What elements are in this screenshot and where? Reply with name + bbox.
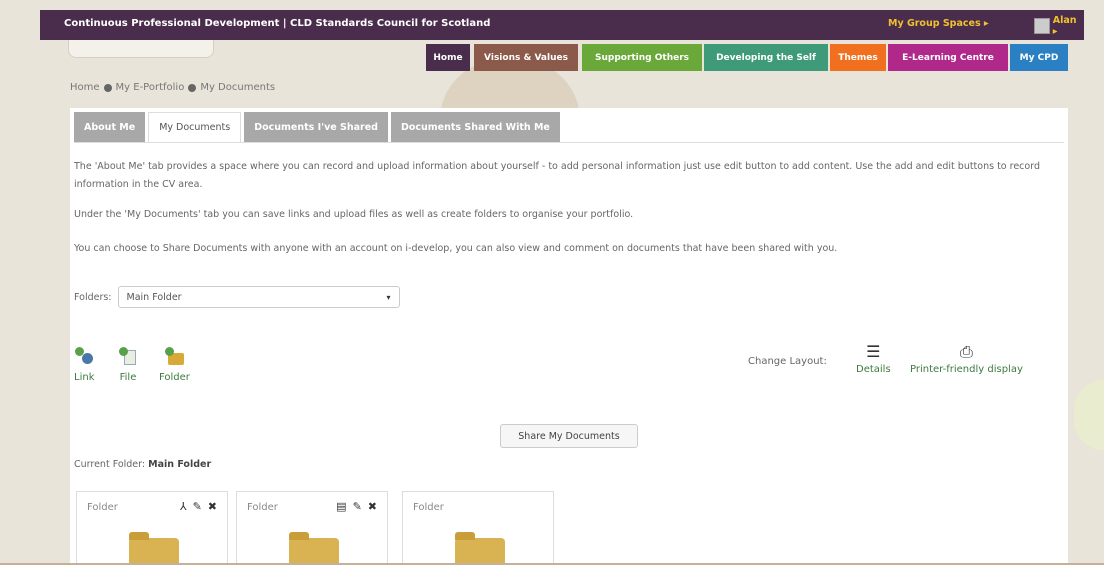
folder-card-tools: ▤ ✎ ✖: [336, 500, 377, 513]
folders-row: Folders: Main Folder ▾: [74, 286, 400, 308]
folders-label: Folders:: [74, 291, 112, 303]
dropdown-arrow-icon: ▾: [386, 292, 391, 302]
add-file-label: File: [119, 372, 137, 383]
folder-icon: [455, 532, 505, 565]
delete-icon[interactable]: ✖: [208, 500, 217, 513]
tab-about-me[interactable]: About Me: [74, 112, 146, 142]
folder-card[interactable]: Folder: [402, 491, 554, 565]
folder-icon: [289, 532, 339, 565]
breadcrumb-portfolio[interactable]: My E-Portfolio: [116, 82, 185, 93]
tab-documents-shared[interactable]: Documents I've Shared: [244, 112, 388, 142]
nav-my-cpd[interactable]: My CPD: [1010, 44, 1068, 71]
list-icon: ☰: [866, 342, 881, 361]
tab-my-documents[interactable]: My Documents: [148, 112, 242, 142]
logo-area: [68, 40, 214, 58]
nav-visions-values[interactable]: Visions & Values: [474, 44, 578, 71]
nav-supporting-others[interactable]: Supporting Others: [582, 44, 702, 71]
main-panel: About Me My Documents Documents I've Sha…: [70, 108, 1068, 565]
document-icon[interactable]: ▤: [336, 500, 346, 513]
tab-divider: [74, 142, 1064, 143]
nav-elearning-centre[interactable]: E-Learning Centre: [888, 44, 1008, 71]
printer-icon: ⎙: [960, 342, 973, 361]
background-swoosh-right: [1074, 380, 1104, 450]
folder-card[interactable]: Folder ⅄ ✎ ✖: [76, 491, 228, 565]
link-icon: [74, 346, 94, 366]
share-my-documents-button[interactable]: Share My Documents: [500, 424, 638, 448]
breadcrumb-home[interactable]: Home: [70, 82, 100, 93]
breadcrumb-documents: My Documents: [200, 82, 276, 93]
add-file-button[interactable]: File: [118, 346, 138, 383]
tab-bar: About Me My Documents Documents I've Sha…: [74, 112, 560, 142]
layout-details-label: Details: [856, 364, 891, 375]
folder-card-label: Folder: [87, 502, 118, 513]
current-folder: Current Folder: Main Folder: [74, 459, 211, 470]
breadcrumb-separator-icon: [103, 83, 112, 92]
folders-select[interactable]: Main Folder ▾: [117, 286, 400, 308]
add-folder-button[interactable]: Folder: [159, 346, 190, 383]
nav-themes[interactable]: Themes: [830, 44, 886, 71]
add-folder-label: Folder: [159, 372, 190, 383]
nav-developing-self[interactable]: Developing the Self: [704, 44, 828, 71]
folders-selected-value: Main Folder: [126, 291, 182, 303]
printer-friendly-label: Printer-friendly display: [910, 364, 1023, 375]
add-link-button[interactable]: Link: [74, 346, 94, 383]
site-title: Continuous Professional Development | CL…: [64, 18, 491, 29]
change-layout-label: Change Layout:: [748, 356, 827, 367]
layout-details-button[interactable]: ☰ Details: [856, 342, 891, 376]
user-menu[interactable]: Alan ▸: [1034, 15, 1084, 37]
delete-icon[interactable]: ✖: [368, 500, 377, 513]
edit-pencil-icon[interactable]: ✎: [193, 500, 202, 513]
folder-card[interactable]: Folder ▤ ✎ ✖: [236, 491, 388, 565]
tab-documents-shared-with-me[interactable]: Documents Shared With Me: [390, 112, 560, 142]
folder-icon: [129, 532, 179, 565]
intro-paragraph-sharing: You can choose to Share Documents with a…: [74, 243, 838, 254]
intro-paragraph-about: The 'About Me' tab provides a space wher…: [74, 161, 1040, 190]
edit-pencil-icon[interactable]: ✎: [353, 500, 362, 513]
breadcrumb: Home My E-Portfolio My Documents: [70, 82, 275, 93]
folder-card-label: Folder: [247, 502, 278, 513]
current-folder-name: Main Folder: [148, 459, 212, 470]
avatar: [1034, 18, 1050, 34]
printer-friendly-button[interactable]: ⎙ Printer-friendly display: [910, 342, 1023, 376]
share-icon[interactable]: ⅄: [180, 500, 187, 513]
intro-paragraph-documents: Under the 'My Documents' tab you can sav…: [74, 209, 634, 220]
folder-add-icon: [164, 346, 185, 366]
top-bar: Continuous Professional Development | CL…: [40, 10, 1084, 40]
add-link-label: Link: [74, 372, 95, 383]
folder-card-tools: ⅄ ✎ ✖: [180, 500, 217, 513]
breadcrumb-separator-icon: [188, 83, 197, 92]
file-icon: [118, 346, 138, 366]
current-folder-label: Current Folder:: [74, 459, 146, 470]
my-group-spaces-link[interactable]: My Group Spaces ▸: [888, 18, 989, 29]
nav-home[interactable]: Home: [426, 44, 470, 71]
user-name: Alan ▸: [1052, 15, 1077, 37]
folder-card-label: Folder: [413, 502, 444, 513]
